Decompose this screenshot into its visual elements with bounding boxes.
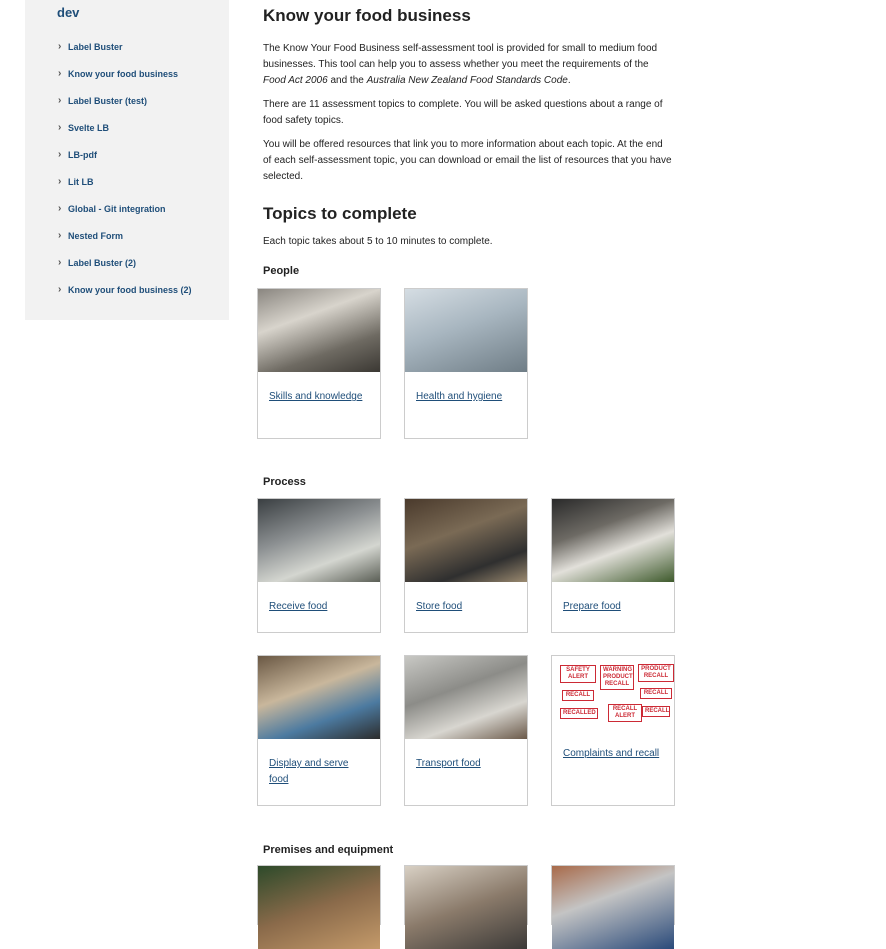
topic-card-receive-food[interactable]: Receive food — [257, 498, 381, 633]
sidebar: dev › Label Buster › Know your food busine… — [25, 0, 229, 320]
chevron-right-icon: › — [58, 203, 62, 214]
topic-card-skills-and-knowledge[interactable]: Skills and knowledge — [257, 288, 381, 439]
sidebar-item-label: Label Buster (2) — [68, 257, 137, 268]
sidebar-item-nested-form[interactable]: › Nested Form — [58, 222, 192, 249]
sidebar-item-label: Know your food business (2) — [68, 284, 192, 295]
chevron-right-icon: › — [58, 41, 62, 52]
topic-link[interactable]: Receive food — [269, 599, 369, 615]
sidebar-item-global-git-integration[interactable]: › Global - Git integration — [58, 195, 192, 222]
intro-text: and the — [327, 75, 367, 86]
chefs-kitchen-image — [258, 289, 380, 372]
intro-paragraph-1: The Know Your Food Business self-assessm… — [263, 41, 673, 89]
topic-card-complaints-and-recall[interactable]: SAFETY ALERT WARNING PRODUCT RECALL PROD… — [551, 655, 675, 806]
topics-heading: Topics to complete — [263, 204, 417, 223]
recall-alert-stamp: RECALL ALERT — [608, 704, 642, 722]
prepare-food-image — [552, 499, 674, 582]
chevron-right-icon: › — [58, 230, 62, 241]
recall-stamp: RECALL — [562, 690, 594, 701]
topic-card-premises-3[interactable] — [551, 865, 675, 949]
topic-link[interactable]: Complaints and recall — [563, 746, 663, 762]
section-title-people: People — [263, 265, 300, 277]
sidebar-item-label: Lit LB — [68, 176, 94, 187]
intro-paragraph-2: There are 11 assessment topics to comple… — [263, 99, 663, 126]
topic-card-store-food[interactable]: Store food — [404, 498, 528, 633]
sidebar-item-label-buster-test[interactable]: › Label Buster (test) — [58, 87, 192, 114]
intro-paragraph-3: You will be offered resources that link … — [263, 139, 672, 182]
topic-card-transport-food[interactable]: Transport food — [404, 655, 528, 806]
food-act-reference: Food Act 2006 — [263, 75, 328, 86]
page-title: Know your food business — [263, 6, 471, 25]
topic-card-display-and-serve-food[interactable]: Display and serve food — [257, 655, 381, 806]
sidebar-item-label-buster[interactable]: › Label Buster — [58, 33, 192, 60]
topic-link[interactable]: Store food — [416, 599, 516, 615]
topic-card-health-and-hygiene[interactable]: Health and hygiene — [404, 288, 528, 439]
topic-card-premises-1[interactable] — [257, 865, 381, 949]
sidebar-item-label-buster-2[interactable]: › Label Buster (2) — [58, 249, 192, 276]
section-title-premises: Premises and equipment — [263, 844, 394, 856]
chevron-right-icon: › — [58, 122, 62, 133]
hand-washing-image — [405, 289, 527, 372]
sidebar-nav: › Label Buster › Know your food business ›… — [58, 33, 192, 303]
recall-stamp: RECALL — [642, 706, 670, 717]
recall-stamps-image: SAFETY ALERT WARNING PRODUCT RECALL PROD… — [552, 656, 674, 730]
chevron-right-icon: › — [58, 68, 62, 79]
sidebar-item-lit-lb[interactable]: › Lit LB — [58, 168, 192, 195]
sidebar-item-label: LB-pdf — [68, 149, 97, 160]
safety-alert-stamp: SAFETY ALERT — [560, 665, 596, 683]
sidebar-title: dev — [57, 5, 80, 20]
sidebar-item-label: Nested Form — [68, 230, 124, 241]
recall-stamp: RECALL — [640, 688, 672, 699]
topic-link[interactable]: Display and serve food — [269, 756, 369, 788]
topic-link[interactable]: Prepare food — [563, 599, 663, 615]
sidebar-item-label: Label Buster (test) — [68, 95, 148, 106]
intro-text: . — [567, 75, 571, 86]
topic-card-premises-2[interactable] — [404, 865, 528, 949]
topic-link[interactable]: Transport food — [416, 756, 516, 772]
chevron-right-icon: › — [58, 257, 62, 268]
sidebar-item-know-your-food-business[interactable]: › Know your food business — [58, 60, 192, 87]
sidebar-item-know-your-food-business-2[interactable]: › Know your food business (2) — [58, 276, 192, 303]
sidebar-item-label: Know your food business — [68, 68, 179, 79]
food-standards-code-reference: Australia New Zealand Food Standards Cod… — [366, 75, 568, 86]
chevron-right-icon: › — [58, 149, 62, 160]
chevron-right-icon: › — [58, 176, 62, 187]
chevron-right-icon: › — [58, 284, 62, 295]
warning-recall-stamp: WARNING PRODUCT RECALL — [600, 665, 634, 690]
chevron-right-icon: › — [58, 95, 62, 106]
topic-card-prepare-food[interactable]: Prepare food — [551, 498, 675, 633]
sidebar-item-lb-pdf[interactable]: › LB-pdf — [58, 141, 192, 168]
topic-link[interactable]: Skills and knowledge — [269, 389, 369, 405]
product-recall-stamp: PRODUCT RECALL — [638, 664, 674, 682]
transport-food-image — [405, 656, 527, 739]
recalled-stamp: RECALLED — [560, 708, 598, 719]
topics-intro: Each topic takes about 5 to 10 minutes t… — [263, 236, 493, 247]
receive-food-image — [258, 499, 380, 582]
display-food-image — [258, 656, 380, 739]
section-title-process: Process — [263, 476, 306, 488]
topic-link[interactable]: Health and hygiene — [416, 389, 516, 405]
sidebar-item-label: Label Buster — [68, 41, 123, 52]
store-food-image — [405, 499, 527, 582]
sidebar-item-label: Svelte LB — [68, 122, 110, 133]
intro-text: The Know Your Food Business self-assessm… — [263, 43, 658, 70]
sidebar-item-svelte-lb[interactable]: › Svelte LB — [58, 114, 192, 141]
sidebar-item-label: Global - Git integration — [68, 203, 166, 214]
